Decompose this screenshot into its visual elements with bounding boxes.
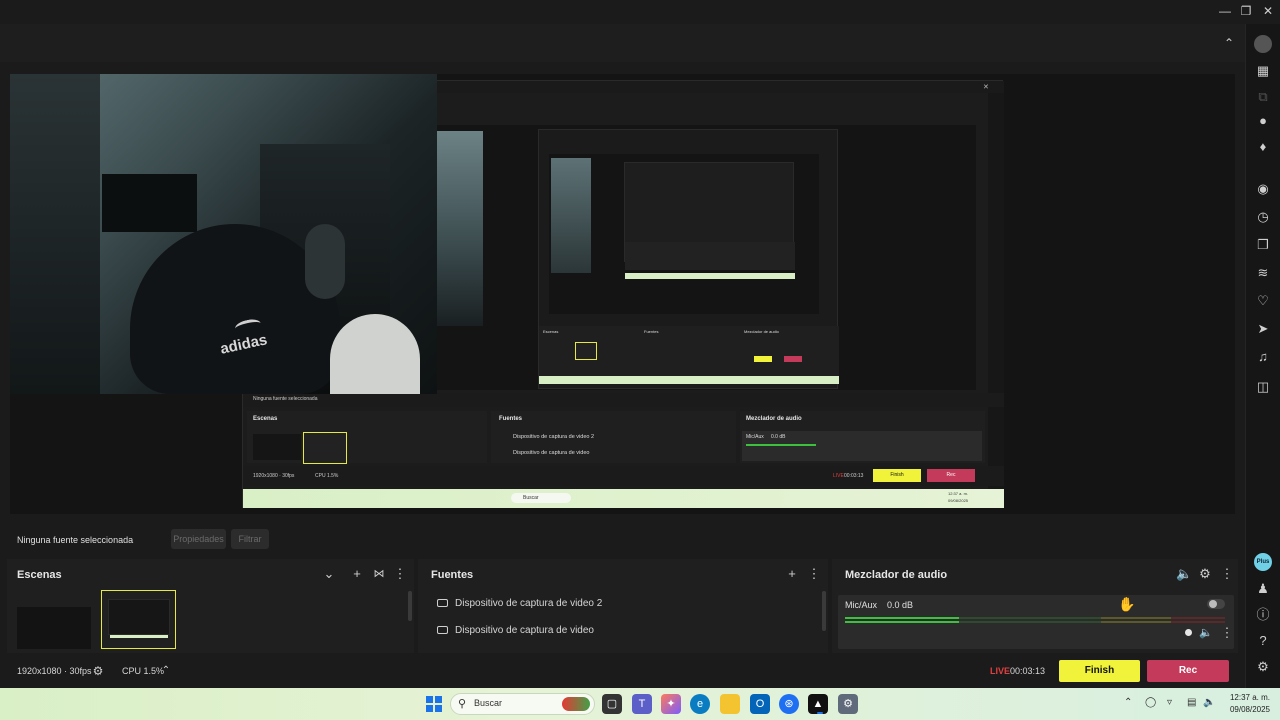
preview-canvas[interactable]: ✕ Escenas Fuentes Mezclador de audio Nin… (10, 74, 1235, 514)
more-options-icon[interactable]: ⋮ (1220, 626, 1234, 640)
help-icon[interactable]: ? (1254, 632, 1272, 650)
camera-icon (437, 626, 448, 635)
people-icon[interactable]: ♟ (1254, 580, 1272, 598)
transition-icon[interactable]: ⋈ (372, 567, 386, 581)
sources-title: Fuentes (431, 569, 474, 581)
scene-thumbnail-active[interactable] (101, 590, 176, 649)
app-icon[interactable]: ⊛ (779, 694, 799, 714)
bell-icon[interactable]: ♦ (1254, 138, 1272, 156)
source-item[interactable]: Dispositivo de captura de video 2 (437, 594, 817, 614)
channel-name: Mic/Aux (845, 600, 878, 610)
copilot-icon[interactable]: ✦ (661, 694, 681, 714)
more-options-icon[interactable]: ⋮ (393, 567, 407, 581)
filters-button[interactable]: Filtrar (231, 529, 269, 549)
no-source-label: Ninguna fuente seleccionada (17, 535, 134, 545)
active-indicator (817, 712, 823, 714)
gear-icon[interactable]: ⚙ (91, 664, 105, 678)
info-icon[interactable]: ⓘ (1254, 606, 1272, 624)
close-icon[interactable]: ✕ (1261, 4, 1275, 18)
chat-icon[interactable]: ● (1254, 112, 1272, 130)
more-options-icon[interactable]: ⋮ (1220, 567, 1234, 581)
avatar[interactable] (1254, 35, 1272, 53)
volume-meter (845, 617, 1225, 619)
speaker-icon[interactable]: 🔈 (1176, 567, 1192, 581)
audio-mixer-title: Mezclador de audio (845, 569, 948, 581)
channel-level: 0.0 dB (887, 600, 914, 610)
minimize-icon[interactable]: — (1218, 4, 1232, 18)
microphone-icon[interactable]: ▿ (1167, 697, 1172, 708)
finish-button[interactable]: Finish (1059, 660, 1140, 682)
clock-icon[interactable]: ◷ (1254, 208, 1272, 226)
live-indicator: LIVE (990, 666, 1011, 676)
stack-icon[interactable]: ❐ (1254, 236, 1272, 254)
settings-icon[interactable]: ⚙ (838, 694, 858, 714)
windows-start-icon[interactable] (426, 696, 442, 712)
wifi-icon[interactable]: ▤ (1187, 697, 1196, 708)
sources-scrollbar[interactable] (822, 591, 826, 631)
webcam-feed: adidas (10, 74, 437, 394)
scenes-scrollbar[interactable] (408, 591, 412, 621)
chevron-up-icon[interactable]: ⌃ (1124, 697, 1132, 708)
search-icon: ⚲ (458, 698, 467, 710)
gear-icon[interactable]: ⚙ (1254, 658, 1272, 676)
camera-icon[interactable]: ◉ (1254, 180, 1272, 198)
rec-button[interactable]: Rec (1147, 660, 1229, 682)
add-scene-icon[interactable]: + (350, 567, 364, 581)
resolution-label: 1920x1080 · 30fps (17, 666, 92, 676)
chevron-up-icon[interactable]: ⌃ (159, 664, 173, 678)
gear-icon[interactable]: ⚙ (1198, 567, 1212, 581)
properties-button[interactable]: Propiedades (171, 529, 226, 549)
clock-date[interactable]: 09/08/2025 (1226, 705, 1270, 714)
music-icon[interactable]: ♫ (1254, 348, 1272, 366)
channel-toggle[interactable] (1207, 599, 1225, 609)
camera-icon (437, 599, 448, 608)
hand-cursor-icon: ✋ (1118, 596, 1136, 612)
top-toolbar (0, 24, 1245, 62)
edge-icon[interactable]: e (690, 694, 710, 714)
task-view-icon[interactable]: ▢ (602, 694, 622, 714)
layout-icon[interactable]: ▦ (1254, 62, 1272, 80)
nested-close-icon: ✕ (983, 84, 989, 91)
add-source-icon[interactable]: + (785, 567, 799, 581)
folder-icon[interactable] (720, 694, 740, 714)
scenes-title: Escenas (17, 569, 62, 581)
outlook-icon[interactable]: O (750, 694, 770, 714)
more-options-icon[interactable]: ⋮ (807, 567, 821, 581)
trash-icon[interactable]: ◫ (1254, 378, 1272, 396)
speaker-icon[interactable]: 🔈 (1199, 626, 1213, 640)
clock-time[interactable]: 12:37 a. m. (1226, 693, 1270, 702)
volume-meter (845, 621, 1225, 623)
scene-thumbnail[interactable] (17, 607, 91, 649)
restore-icon[interactable]: ❐ (1239, 4, 1253, 18)
signal-icon[interactable]: ≋ (1254, 264, 1272, 282)
widget-icon[interactable] (562, 697, 590, 711)
window-title-bar (0, 0, 1280, 24)
teams-icon[interactable]: T (632, 694, 652, 714)
search-placeholder: Buscar (474, 698, 503, 708)
chevron-up-icon[interactable]: ⌃ (1222, 36, 1236, 50)
timer-label: 00:03:13 (1010, 666, 1046, 676)
network-icon[interactable]: ◯ (1145, 697, 1156, 708)
volume-icon[interactable]: 🔈 (1203, 697, 1215, 708)
heart-icon[interactable]: ♡ (1254, 292, 1272, 310)
plus-badge[interactable]: Plus (1254, 553, 1272, 571)
source-item[interactable]: Dispositivo de captura de video (437, 621, 817, 641)
chevron-down-icon[interactable]: ⌄ (322, 567, 336, 581)
obs-icon[interactable]: ▲ (808, 694, 828, 714)
volume-slider-handle[interactable] (1185, 629, 1192, 636)
copy-icon[interactable]: ⧉ (1254, 88, 1272, 106)
cpu-label: CPU 1.5% (122, 666, 165, 676)
tag-icon[interactable]: ➤ (1254, 320, 1272, 338)
